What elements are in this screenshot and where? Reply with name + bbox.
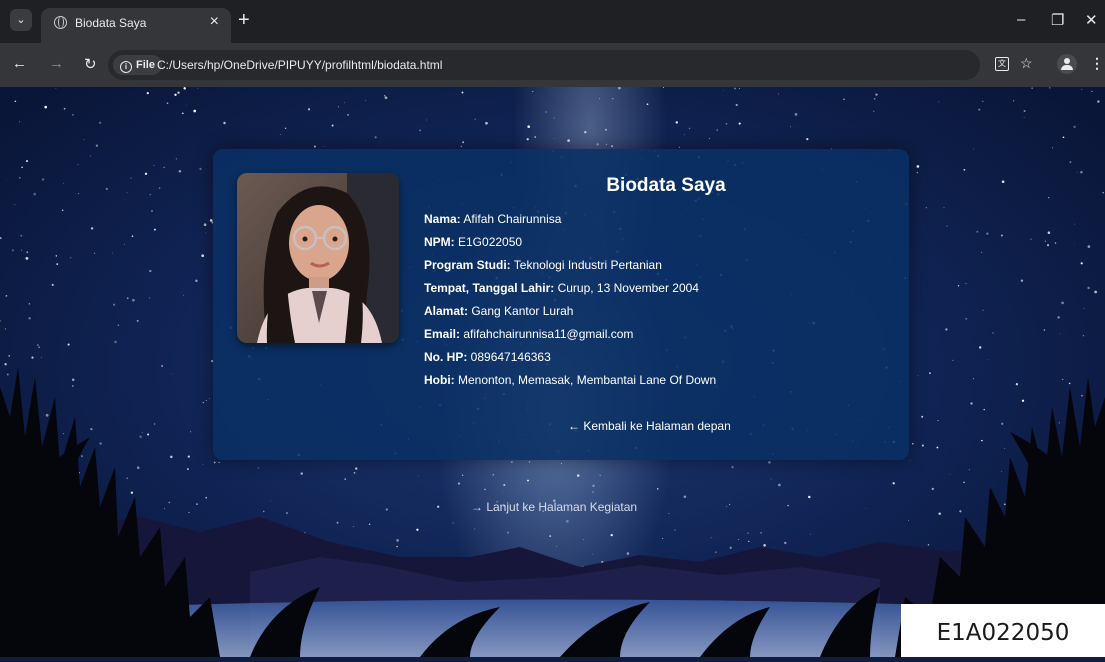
field-label: NPM: (424, 235, 455, 249)
more-menu-icon[interactable]: ⋮ (1090, 55, 1104, 72)
field-nama: Nama: Afifah Chairunnisa (424, 211, 716, 234)
profile-avatar-icon[interactable] (1057, 54, 1077, 74)
biodata-card: Biodata Saya Nama: Afifah Chairunnisa NP… (213, 149, 909, 460)
field-value: Teknologi Industri Pertanian (510, 258, 662, 272)
field-hobi: Hobi: Menonton, Memasak, Membantai Lane … (424, 372, 716, 395)
field-label: Alamat: (424, 304, 469, 318)
back-to-home-link[interactable]: ← Kembali ke Halaman depan (568, 419, 731, 433)
browser-toolbar: ← → ↻ i File C:/Users/hp/OneDrive/PIPUYY/… (0, 43, 1105, 87)
close-window-icon[interactable]: ✕ (1085, 11, 1098, 29)
bookmark-star-icon[interactable]: ☆ (1020, 55, 1033, 72)
watermark-label: E1A022050 (901, 604, 1105, 657)
browser-tab-bar: ⌄ Biodata Saya × + – ❐ ✕ (0, 0, 1105, 43)
reload-icon[interactable]: ↻ (84, 55, 97, 73)
field-alamat: Alamat: Gang Kantor Lurah (424, 303, 716, 326)
field-program-studi: Program Studi: Teknologi Industri Pertan… (424, 257, 716, 280)
new-tab-button[interactable]: + (238, 9, 250, 32)
field-value: 089647146363 (467, 350, 551, 364)
field-tempat-tanggal-lahir: Tempat, Tanggal Lahir: Curup, 13 Novembe… (424, 280, 716, 303)
field-value: Curup, 13 November 2004 (554, 281, 699, 295)
field-email: Email: afifahchairunnisa11@gmail.com (424, 326, 716, 349)
field-label: No. HP: (424, 350, 468, 364)
minimize-icon[interactable]: – (1017, 11, 1025, 28)
biodata-list: Nama: Afifah Chairunnisa NPM: E1G022050 … (424, 211, 716, 395)
tab-title: Biodata Saya (75, 16, 147, 30)
field-label: Hobi: (424, 373, 455, 387)
field-label: Email: (424, 327, 461, 341)
forward-arrow-icon[interactable]: → (49, 55, 64, 72)
globe-icon (54, 16, 67, 29)
card-title: Biodata Saya (606, 175, 726, 196)
field-label: Nama: (424, 212, 461, 226)
restore-icon[interactable]: ❐ (1051, 11, 1064, 29)
field-value: Menonton, Memasak, Membantai Lane Of Dow… (454, 373, 717, 387)
url-text[interactable]: C:/Users/hp/OneDrive/PIPUYY/profilhtml/b… (157, 58, 442, 72)
field-value: Gang Kantor Lurah (468, 304, 574, 318)
browser-tab[interactable]: Biodata Saya × (41, 8, 231, 43)
address-bar[interactable]: i File C:/Users/hp/OneDrive/PIPUYY/profil… (108, 50, 980, 80)
field-npm: NPM: E1G022050 (424, 234, 716, 257)
field-value: E1G022050 (454, 235, 523, 249)
info-icon: i (120, 61, 132, 73)
next-to-activities-link[interactable]: → Lanjut ke Halaman Kegiatan (471, 500, 637, 514)
site-info-chip[interactable]: i File (113, 55, 162, 75)
back-arrow-icon[interactable]: ← (12, 55, 27, 72)
field-no-hp: No. HP: 089647146363 (424, 349, 716, 372)
page-background: Biodata Saya Nama: Afifah Chairunnisa NP… (0, 87, 1105, 657)
field-label: Program Studi: (424, 258, 511, 272)
close-tab-icon[interactable]: × (210, 13, 219, 31)
field-value: afifahchairunnisa11@gmail.com (460, 327, 634, 341)
field-value: Afifah Chairunnisa (460, 212, 562, 226)
field-label: Tempat, Tanggal Lahir: (424, 281, 555, 295)
tab-search-chevron-icon[interactable]: ⌄ (10, 9, 32, 31)
profile-photo (237, 173, 399, 343)
translate-icon[interactable]: 文 (995, 57, 1009, 71)
